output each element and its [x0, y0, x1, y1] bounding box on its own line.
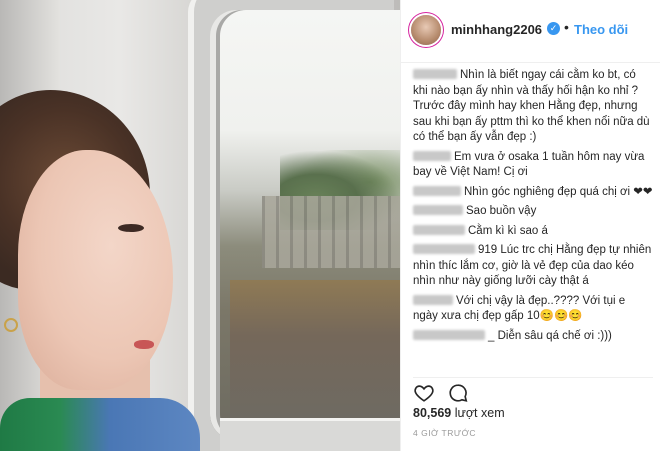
- lips: [134, 340, 154, 349]
- comment-username-redacted: [413, 205, 463, 215]
- post-timestamp: 4 GIỜ TRƯỚC: [413, 428, 477, 438]
- view-count-number: 80,569: [413, 406, 452, 420]
- comment-username-redacted: [413, 294, 453, 305]
- comment-username-redacted: [413, 329, 485, 340]
- comment-username-redacted: [413, 150, 451, 161]
- post-panel: minhhang2206 ✓ • Theo dõi Nhìn là biết n…: [400, 0, 660, 451]
- action-bar: [413, 377, 653, 406]
- window-sill: [220, 418, 400, 451]
- comment-item: 919 Lúc trc chị Hằng đẹp tự nhiên nhìn t…: [413, 243, 653, 290]
- heart-outline-icon[interactable]: [413, 382, 435, 404]
- separator-dot: •: [564, 19, 569, 35]
- comment-text: Nhìn là biết ngay cái cằm ko bt, có khi …: [413, 69, 653, 143]
- fence: [262, 196, 400, 268]
- avatar[interactable]: [411, 15, 441, 45]
- earring: [4, 318, 18, 332]
- comment-text: Sao buồn vậy: [466, 205, 537, 217]
- comment-text: Cằm kì kì sao á: [468, 224, 548, 237]
- view-count: 80,569 lượt xem: [413, 406, 505, 420]
- comment-username-redacted: [413, 185, 461, 196]
- speech-bubble-icon[interactable]: [447, 382, 469, 404]
- post-photo[interactable]: [0, 0, 400, 451]
- eye: [118, 224, 144, 232]
- shirt: [0, 398, 200, 451]
- comment-list: Nhìn là biết ngay cái cằm ko bt, có khi …: [413, 68, 653, 348]
- comment-item: Nhìn góc nghiêng đẹp quá chị ơi ❤❤: [413, 185, 653, 201]
- follow-button[interactable]: Theo dõi: [574, 22, 628, 37]
- comment-item: Nhìn là biết ngay cái cằm ko bt, có khi …: [413, 68, 653, 146]
- comment-item: Em vưa ở osaka 1 tuần hôm nay vừa bay về…: [413, 150, 653, 181]
- verified-badge-icon: ✓: [547, 22, 560, 35]
- comment-item: Cằm kì kì sao á: [413, 224, 653, 240]
- comment-username-redacted: [413, 224, 465, 235]
- comment-text: Nhìn góc nghiêng đẹp quá chị ơi ❤❤: [464, 185, 653, 198]
- comment-item: Với chị vậy là đẹp..???? Với tụi e ngày …: [413, 294, 653, 325]
- face: [18, 150, 173, 390]
- comment-username-redacted: [413, 69, 457, 79]
- post-header: minhhang2206 ✓ • Theo dõi: [401, 0, 660, 63]
- comment-username-redacted: [413, 244, 475, 254]
- username[interactable]: minhhang2206: [451, 22, 542, 37]
- comment-item: _ Diễn sâu qá chế ơi :))): [413, 329, 653, 345]
- ground: [230, 280, 400, 420]
- view-count-label: lượt xem: [454, 406, 505, 420]
- comment-text: _ Diễn sâu qá chế ơi :))): [488, 329, 612, 342]
- comment-item: Sao buồn vậy: [413, 204, 653, 220]
